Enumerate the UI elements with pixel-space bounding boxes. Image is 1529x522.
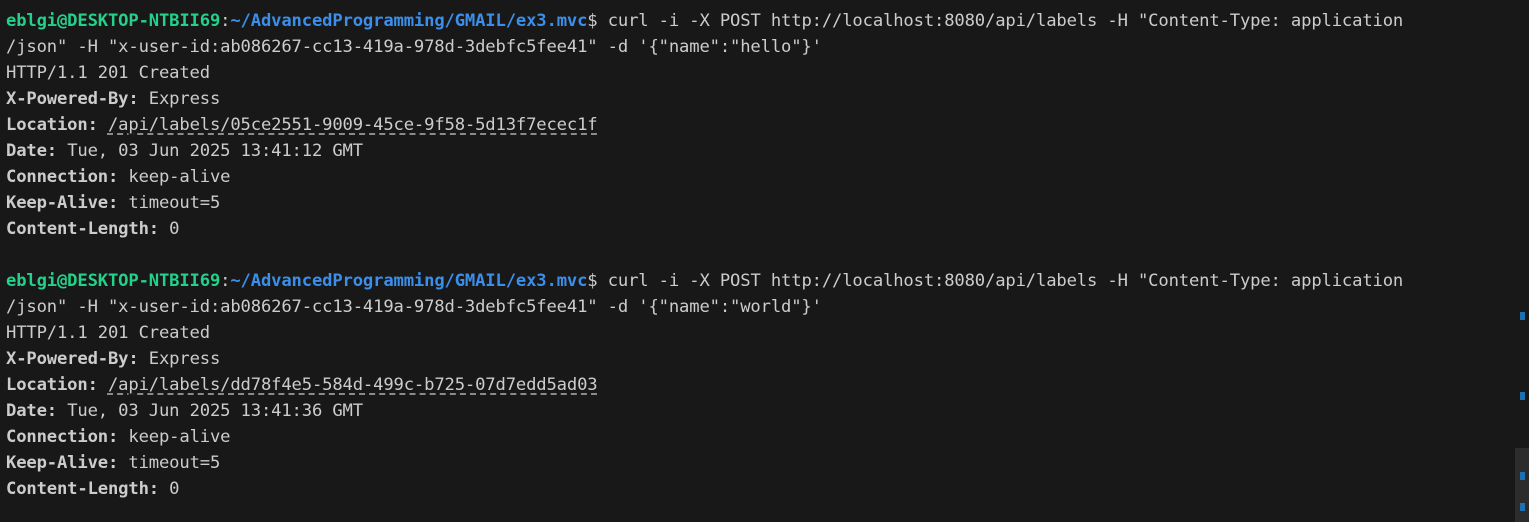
response-header-line: X-Powered-By: Express — [6, 346, 1529, 372]
header-key: Keep-Alive: — [6, 193, 119, 213]
prompt-separator: : — [220, 11, 231, 31]
header-value: 0 — [158, 219, 180, 239]
command-text: curl -i -X POST http://localhost:8080/ap… — [607, 271, 1404, 291]
scroll-marker — [1520, 392, 1525, 400]
header-key: Connection: — [6, 427, 119, 447]
response-header-line: Date: Tue, 03 Jun 2025 13:41:36 GMT — [6, 398, 1529, 424]
response-header-line: Date: Tue, 03 Jun 2025 13:41:12 GMT — [6, 138, 1529, 164]
header-value: keep-alive — [118, 427, 231, 447]
command-text: curl -i -X POST http://localhost:8080/ap… — [607, 11, 1404, 31]
header-value: timeout=5 — [118, 193, 221, 213]
response-header-line: Connection: keep-alive — [6, 424, 1529, 450]
prompt-path: ~/AdvancedProgramming/GMAIL/ex3.mvc — [230, 271, 588, 291]
terminal-output[interactable]: eblgi@DESKTOP-NTBII69:~/AdvancedProgramm… — [0, 0, 1529, 522]
prompt-symbol: $ — [587, 11, 608, 31]
command-continuation-line: /json" -H "x-user-id:ab086267-cc13-419a-… — [6, 37, 822, 57]
location-link[interactable]: /api/labels/05ce2551-9009-45ce-9f58-5d13… — [108, 115, 598, 135]
http-status-line: HTTP/1.1 201 Created — [6, 63, 210, 83]
header-key: Keep-Alive: — [6, 453, 119, 473]
response-header-line: Content-Length: 0 — [6, 476, 1529, 502]
header-key: Location: — [6, 115, 98, 135]
header-key: Date: — [6, 141, 57, 161]
command-prompt-line: eblgi@DESKTOP-NTBII69:~/AdvancedProgramm… — [6, 268, 1529, 294]
header-key: Connection: — [6, 167, 119, 187]
prompt-user-host: eblgi@DESKTOP-NTBII69 — [6, 11, 221, 31]
header-key: Location: — [6, 375, 98, 395]
scroll-marker — [1520, 312, 1525, 320]
header-key: Content-Length: — [6, 479, 159, 499]
response-header-line: Location: /api/labels/dd78f4e5-584d-499c… — [6, 372, 1529, 398]
prompt-path: ~/AdvancedProgramming/GMAIL/ex3.mvc — [230, 11, 588, 31]
header-value: Express — [138, 89, 221, 109]
header-value: keep-alive — [118, 167, 231, 187]
header-value: timeout=5 — [118, 453, 221, 473]
prompt-separator: : — [220, 271, 231, 291]
header-value: Express — [138, 349, 221, 369]
http-status-line: HTTP/1.1 201 Created — [6, 323, 210, 343]
header-value: 0 — [158, 479, 180, 499]
header-key: Date: — [6, 401, 57, 421]
location-link[interactable]: /api/labels/dd78f4e5-584d-499c-b725-07d7… — [108, 375, 598, 395]
response-header-line: Keep-Alive: timeout=5 — [6, 450, 1529, 476]
prompt-user-host: eblgi@DESKTOP-NTBII69 — [6, 271, 221, 291]
prompt-symbol: $ — [587, 271, 608, 291]
header-key: X-Powered-By: — [6, 89, 139, 109]
command-continuation-line: /json" -H "x-user-id:ab086267-cc13-419a-… — [6, 297, 822, 317]
vertical-scrollbar[interactable] — [1515, 0, 1529, 522]
header-value: Tue, 03 Jun 2025 13:41:36 GMT — [57, 401, 363, 421]
scroll-marker — [1520, 472, 1525, 480]
command-prompt-line: eblgi@DESKTOP-NTBII69:~/AdvancedProgramm… — [6, 8, 1529, 34]
header-value: Tue, 03 Jun 2025 13:41:12 GMT — [57, 141, 363, 161]
response-header-line: X-Powered-By: Express — [6, 86, 1529, 112]
response-header-line: Location: /api/labels/05ce2551-9009-45ce… — [6, 112, 1529, 138]
header-key: Content-Length: — [6, 219, 159, 239]
response-header-line: Connection: keep-alive — [6, 164, 1529, 190]
scroll-marker — [1520, 503, 1525, 511]
response-header-line: Content-Length: 0 — [6, 216, 1529, 242]
response-header-line: Keep-Alive: timeout=5 — [6, 190, 1529, 216]
header-key: X-Powered-By: — [6, 349, 139, 369]
